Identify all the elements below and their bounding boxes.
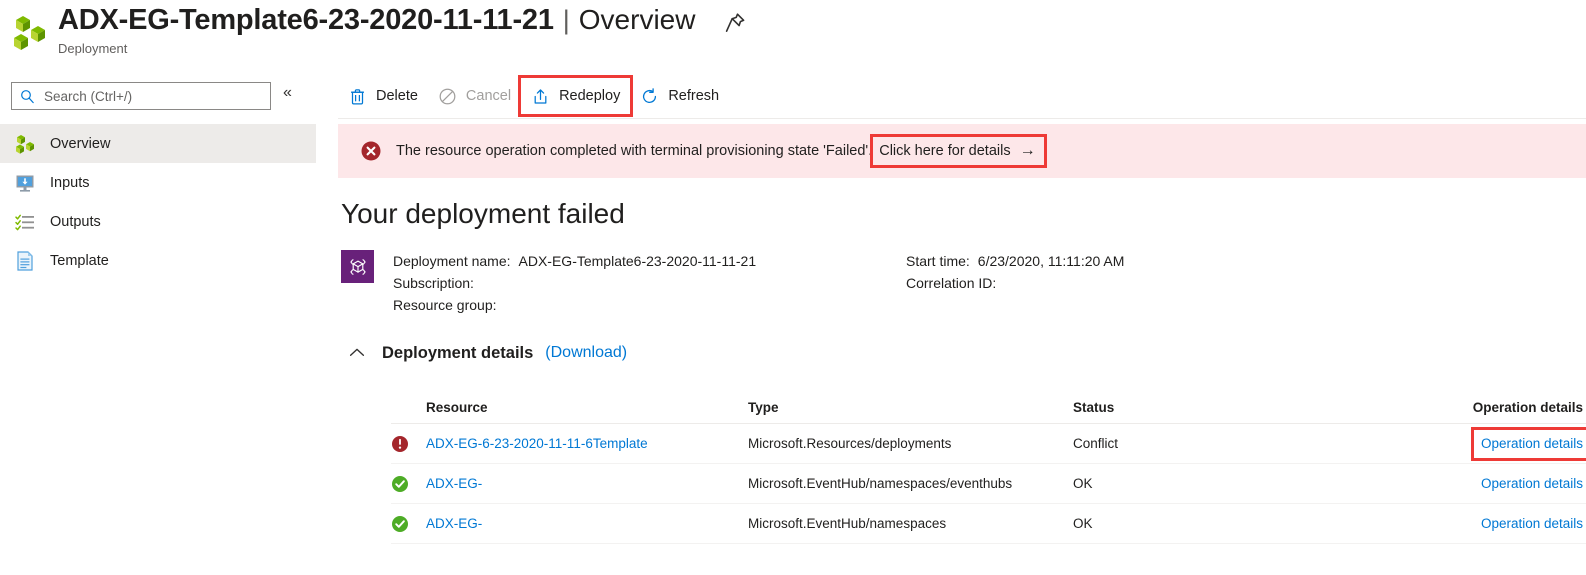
search-icon — [20, 89, 35, 104]
outputs-checklist-icon — [14, 211, 36, 233]
resource-type: Microsoft.EventHub/namespaces/eventhubs — [748, 476, 1013, 491]
chevron-double-left-icon[interactable]: « — [283, 85, 292, 101]
command-bar: Delete Cancel Redeploy Refresh — [338, 75, 729, 117]
success-check-circle-icon — [391, 515, 426, 533]
page-title-text: ADX-EG-Template6-23-2020-11-11-21 — [58, 4, 554, 36]
command-label: Cancel — [465, 88, 512, 104]
info-key: Deployment name: — [393, 253, 511, 269]
page-title: ADX-EG-Template6-23-2020-11-11-21 | Over… — [58, 4, 695, 37]
resource-link[interactable]: ADX-EG- — [426, 516, 748, 531]
error-banner: The resource operation completed with te… — [338, 124, 1586, 178]
download-link[interactable]: (Download) — [545, 344, 627, 362]
command-label: Redeploy — [559, 88, 621, 104]
info-key: Resource group: — [393, 297, 497, 313]
table-header-row: Resource Type Status Operation details — [391, 392, 1586, 424]
info-key: Subscription: — [393, 275, 474, 291]
resource-link[interactable]: ADX-EG- — [426, 476, 748, 491]
click-here-for-details-link[interactable]: Click here for details → — [870, 134, 1047, 168]
error-exclamation-circle-icon — [391, 435, 426, 453]
template-document-icon — [14, 250, 36, 272]
command-label: Delete — [376, 88, 418, 104]
error-banner-message: The resource operation completed with te… — [396, 143, 873, 159]
sidebar-item-label: Outputs — [50, 213, 101, 230]
page-subtitle: Deployment — [58, 41, 128, 56]
upload-box-arrow-up-icon — [531, 87, 550, 106]
error-x-circle-icon — [360, 140, 382, 162]
resource-status: OK — [1073, 516, 1093, 531]
command-bar-divider — [338, 118, 1586, 119]
operation-details-link[interactable]: Operation details — [1481, 475, 1583, 493]
sidebar-item-label: Overview — [50, 135, 111, 152]
column-header-resource: Resource — [426, 400, 488, 415]
deployment-info-right: Start time: 6/23/2020, 11:11:20 AM Corre… — [906, 250, 1124, 294]
deployment-info-left: Deployment name: ADX-EG-Template6-23-202… — [393, 250, 756, 316]
cancel-button: Cancel — [428, 78, 521, 114]
title-separator: | — [562, 5, 570, 35]
success-check-circle-icon — [391, 475, 426, 493]
overview-cubes-icon — [14, 133, 36, 155]
info-row: Resource group: — [393, 294, 756, 316]
table-row: ADX-EG- Microsoft.EventHub/namespaces OK… — [391, 504, 1586, 544]
sidebar-item-template[interactable]: Template — [0, 241, 316, 280]
resource-status: Conflict — [1073, 436, 1119, 451]
info-key: Correlation ID: — [906, 275, 997, 291]
table-row: ADX-EG- Microsoft.EventHub/namespaces/ev… — [391, 464, 1586, 504]
info-row: Subscription: — [393, 272, 756, 294]
delete-button[interactable]: Delete — [338, 78, 428, 114]
resource-type: Microsoft.EventHub/namespaces — [748, 516, 947, 531]
operation-details-label: Operation details — [1480, 515, 1583, 531]
sidebar-item-label: Template — [50, 252, 109, 269]
refresh-button[interactable]: Refresh — [630, 78, 729, 114]
table-row: ADX-EG-6-23-2020-11-11-6Template Microso… — [391, 424, 1586, 464]
resource-link[interactable]: ADX-EG-6-23-2020-11-11-6Template — [426, 436, 748, 451]
resource-status: OK — [1073, 476, 1093, 491]
arrow-right-icon: → — [1019, 142, 1036, 159]
info-key: Start time: — [906, 253, 970, 269]
deployment-template-box-icon — [341, 250, 374, 283]
deployment-status-heading: Your deployment failed — [341, 198, 625, 229]
refresh-circular-arrow-icon — [640, 87, 659, 106]
column-header-status: Status — [1073, 400, 1115, 415]
sidebar: « Overview — [0, 72, 316, 575]
command-label: Refresh — [668, 88, 720, 104]
page-view-name: Overview — [578, 4, 696, 35]
deployment-cubes-icon — [12, 14, 50, 54]
search-box[interactable] — [11, 82, 271, 110]
deployment-details-title: Deployment details — [382, 343, 534, 362]
deployment-details-table: Resource Type Status Operation details A… — [391, 392, 1586, 544]
sidebar-item-label: Inputs — [50, 174, 90, 191]
sidebar-item-inputs[interactable]: Inputs — [0, 163, 316, 202]
redeploy-button[interactable]: Redeploy — [518, 75, 634, 117]
info-row: Correlation ID: — [906, 272, 1124, 294]
operation-details-link[interactable]: Operation details — [1470, 426, 1586, 461]
operation-details-link[interactable]: Operation details — [1481, 515, 1583, 533]
sidebar-item-overview[interactable]: Overview — [0, 124, 316, 163]
info-row: Start time: 6/23/2020, 11:11:20 AM — [906, 250, 1124, 272]
info-row: Deployment name: ADX-EG-Template6-23-202… — [393, 250, 756, 272]
deployment-details-header[interactable]: Deployment details (Download) — [346, 342, 627, 364]
cancel-circle-slash-icon — [438, 87, 457, 106]
operation-details-label: Operation details — [1480, 475, 1583, 491]
chevron-up-icon — [346, 342, 368, 364]
trash-icon — [348, 87, 367, 106]
column-header-type: Type — [748, 400, 779, 415]
operation-details-label: Operation details — [1480, 435, 1583, 451]
page-header: ADX-EG-Template6-23-2020-11-11-21 | Over… — [0, 0, 1586, 72]
column-header-operation-details: Operation details — [1472, 400, 1583, 415]
inputs-monitor-download-icon — [14, 172, 36, 194]
info-value: ADX-EG-Template6-23-2020-11-11-21 — [518, 253, 757, 269]
resource-type: Microsoft.Resources/deployments — [748, 436, 952, 451]
search-input[interactable] — [42, 87, 242, 105]
sidebar-item-outputs[interactable]: Outputs — [0, 202, 316, 241]
click-here-for-details-label: Click here for details — [879, 143, 1011, 159]
pin-icon[interactable] — [722, 10, 748, 36]
info-value: 6/23/2020, 11:11:20 AM — [977, 253, 1125, 269]
